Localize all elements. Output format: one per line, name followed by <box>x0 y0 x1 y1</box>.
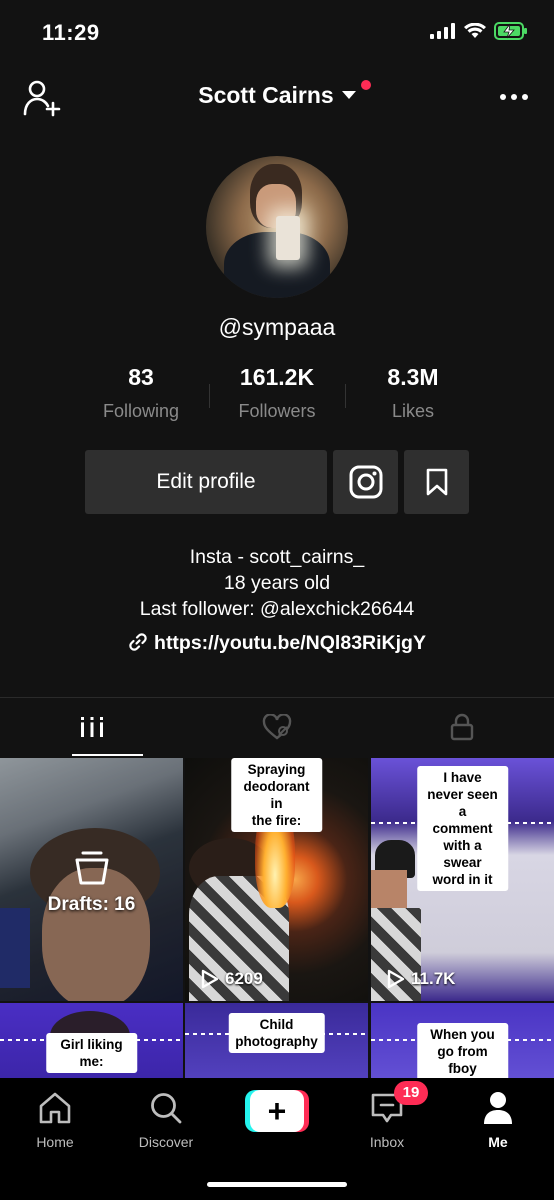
video-caption: When you go from fboy to simp <box>416 1023 509 1078</box>
bio: Insta - scott_cairns_ 18 years old Last … <box>0 544 554 622</box>
drafts-tile[interactable]: Drafts: 16 <box>0 758 183 1001</box>
video-caption: I have never seen a comment with a swear… <box>416 766 509 891</box>
username: @sympaaa <box>218 314 336 340</box>
page-title: Scott Cairns <box>198 82 334 108</box>
signal-icon <box>430 23 455 39</box>
more-options-icon[interactable] <box>500 94 528 100</box>
drafts-label: Drafts: 16 <box>47 894 136 915</box>
view-count: 11.7K <box>387 969 455 989</box>
likes-label: Likes <box>391 401 435 421</box>
nav-home-label: Home <box>36 1134 74 1150</box>
home-icon <box>39 1092 71 1124</box>
profile-stats: 83 Following 161.2K Followers 8.3M Likes <box>0 364 554 434</box>
content-tabs <box>0 697 554 756</box>
edit-profile-button[interactable]: Edit profile <box>85 450 327 514</box>
notification-dot <box>361 80 371 90</box>
home-indicator <box>207 1182 347 1187</box>
inbox-badge: 19 <box>394 1081 428 1105</box>
instagram-button[interactable] <box>333 450 398 514</box>
video-grid: Drafts: 16 Spraying deodorant in the fir… <box>0 758 554 1078</box>
wifi-icon <box>464 23 486 38</box>
profile-header: Scott Cairns <box>0 70 554 124</box>
hidden-heart-icon <box>262 714 292 740</box>
nav-discover-label: Discover <box>138 1134 194 1150</box>
video-tile[interactable]: When you go from fboy to simp <box>371 1003 554 1078</box>
profile-icon <box>484 1092 512 1124</box>
nav-me[interactable]: Me <box>448 1088 548 1150</box>
following-count: 83 <box>128 364 154 390</box>
account-switcher[interactable]: Scott Cairns <box>0 82 554 109</box>
video-caption: Child photography <box>228 1013 325 1053</box>
bio-line: Last follower: @alexchick26644 <box>139 598 415 620</box>
play-icon <box>387 969 405 989</box>
avatar[interactable] <box>206 156 348 298</box>
status-time: 11:29 <box>42 20 100 45</box>
profile-link[interactable]: https://youtu.be/NQl83RiKjgY <box>0 632 554 655</box>
drafts-icon <box>75 851 109 885</box>
lock-icon <box>450 713 474 741</box>
likes-count: 8.3M <box>387 364 439 390</box>
followers-count: 161.2K <box>239 364 315 390</box>
tab-liked[interactable] <box>185 698 369 756</box>
create-video-button[interactable]: + <box>245 1090 309 1132</box>
followers-label: Followers <box>238 401 316 421</box>
status-icons <box>430 22 528 40</box>
nav-discover[interactable]: Discover <box>116 1088 216 1150</box>
nav-home[interactable]: Home <box>5 1088 105 1150</box>
play-icon <box>201 969 219 989</box>
stat-followers[interactable]: 161.2K Followers <box>207 364 347 422</box>
status-bar: 11:29 <box>0 0 554 66</box>
video-tile[interactable]: Girl liking me: <box>0 1003 183 1078</box>
link-icon <box>129 633 147 651</box>
video-caption: Spraying deodorant in the fire: <box>230 758 323 832</box>
video-tile[interactable]: Spraying deodorant in the fire: 6209 <box>185 758 368 1001</box>
bio-line: Insta - scott_cairns_ <box>189 546 365 568</box>
search-icon <box>151 1093 182 1124</box>
favorites-button[interactable] <box>404 450 469 514</box>
bio-line: 18 years old <box>223 572 331 594</box>
plus-icon: + <box>250 1090 304 1132</box>
video-tile[interactable]: Child photography <box>185 1003 368 1078</box>
instagram-icon <box>349 465 382 499</box>
nav-me-label: Me <box>488 1134 508 1150</box>
stat-following[interactable]: 83 Following <box>71 364 211 422</box>
nav-inbox-label: Inbox <box>369 1134 405 1150</box>
grid-icon <box>79 717 105 737</box>
view-count: 6209 <box>201 969 263 989</box>
chevron-down-icon <box>341 90 356 99</box>
stat-likes[interactable]: 8.3M Likes <box>343 364 483 422</box>
battery-charging-icon <box>494 22 527 40</box>
tab-videos[interactable] <box>0 698 184 756</box>
video-tile[interactable]: I have never seen a comment with a swear… <box>371 758 554 1001</box>
profile-link-text: https://youtu.be/NQl83RiKjgY <box>154 632 426 654</box>
video-caption: Girl liking me: <box>45 1033 138 1073</box>
following-label: Following <box>102 401 180 421</box>
bookmark-icon <box>426 468 447 496</box>
tab-private[interactable] <box>370 698 554 756</box>
